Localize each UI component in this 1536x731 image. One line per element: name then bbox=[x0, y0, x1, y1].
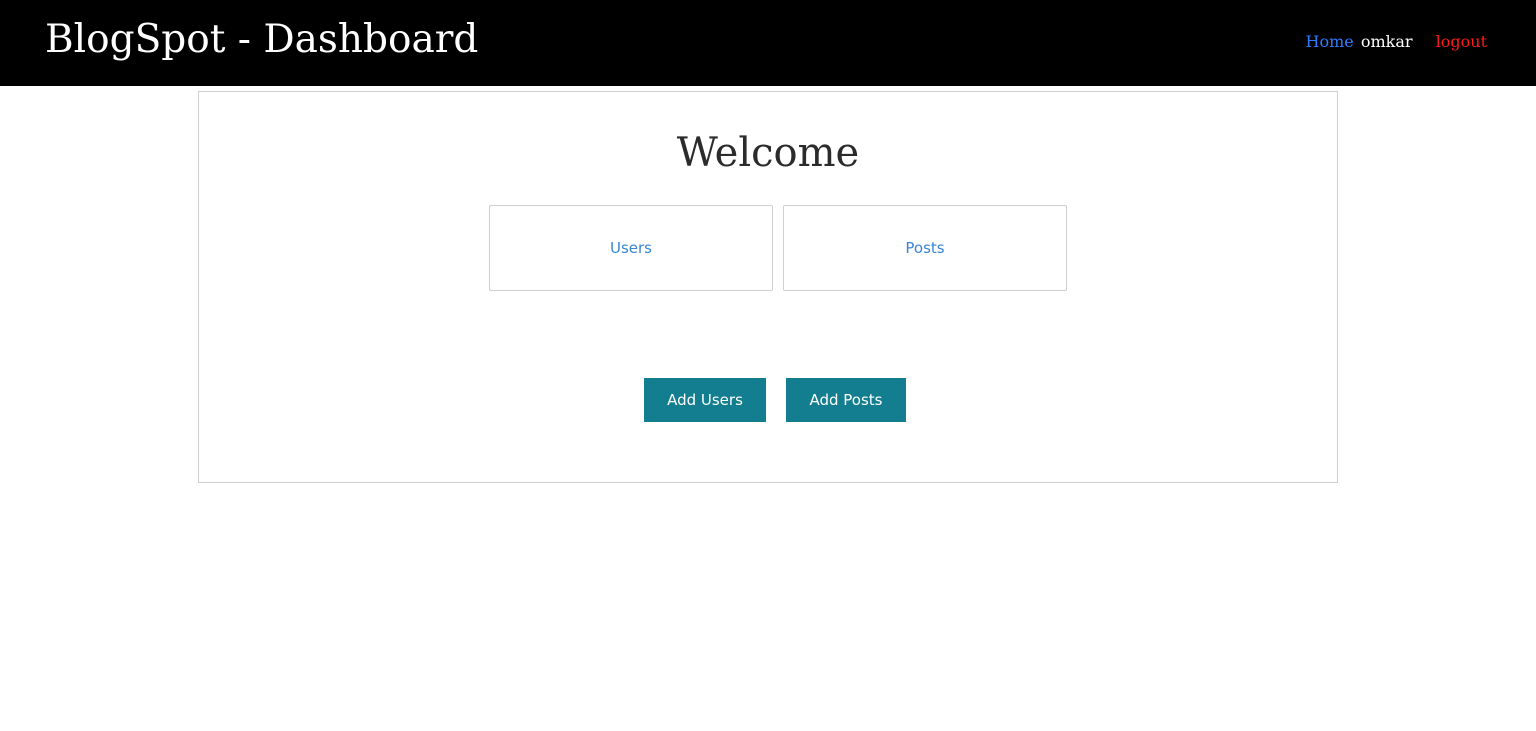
logout-link[interactable]: logout bbox=[1436, 32, 1487, 51]
dashboard-panel: Welcome Users Posts Add Users Add Posts bbox=[198, 91, 1338, 483]
site-brand-title[interactable]: BlogSpot - Dashboard bbox=[45, 14, 478, 66]
posts-card-label[interactable]: Posts bbox=[905, 239, 944, 257]
top-navbar: BlogSpot - Dashboard Home omkar logout bbox=[0, 0, 1536, 86]
current-username: omkar bbox=[1360, 32, 1413, 51]
add-users-button[interactable]: Add Users bbox=[644, 378, 766, 422]
users-card[interactable]: Users bbox=[489, 205, 773, 291]
users-card-label[interactable]: Users bbox=[610, 239, 652, 257]
add-posts-button[interactable]: Add Posts bbox=[786, 378, 906, 422]
nav-home-link[interactable]: Home bbox=[1306, 32, 1354, 51]
posts-card[interactable]: Posts bbox=[783, 205, 1067, 291]
welcome-heading: Welcome bbox=[676, 130, 860, 176]
top-nav: Home omkar logout bbox=[1306, 30, 1487, 54]
